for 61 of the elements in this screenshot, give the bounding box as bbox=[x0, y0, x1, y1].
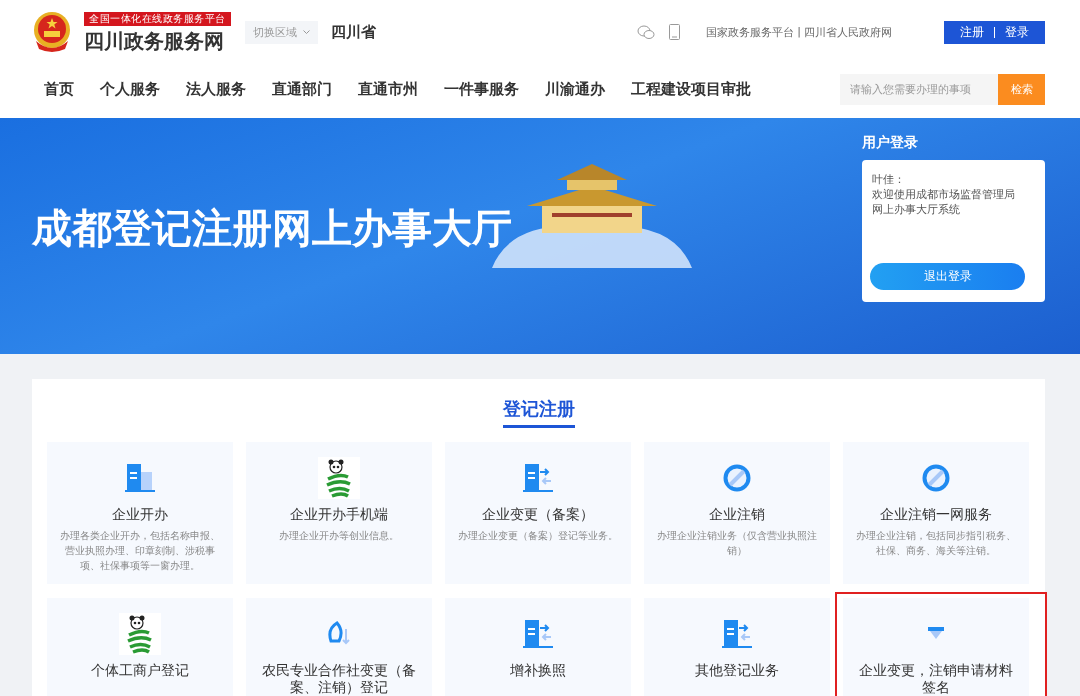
top-link[interactable]: 国家政务服务平台 bbox=[706, 24, 795, 40]
card-title: 农民专业合作社变更（备案、注销）登记 bbox=[261, 662, 417, 696]
card-title: 企业变更，注销申请材料签名 bbox=[858, 662, 1014, 696]
site-name: 四川政务服务网 bbox=[84, 28, 225, 53]
card-description: 办理企业开办等创业信息。 bbox=[279, 529, 399, 543]
nav-item[interactable]: 一件事服务 bbox=[444, 79, 519, 99]
nav-item[interactable]: 法人服务 bbox=[186, 79, 246, 99]
card-title: 个体工商户登记 bbox=[91, 662, 189, 679]
card-title: 企业开办手机端 bbox=[290, 506, 388, 523]
banner-title: 成都登记注册网上办事大厅 bbox=[32, 203, 512, 253]
card-title: 其他登记业务 bbox=[695, 662, 779, 679]
card-description: 办理各类企业开办，包括名称申报、营业执照办理、印章刻制、涉税事项、社保事项等一窗办理。 bbox=[59, 529, 221, 573]
panda-logo-icon bbox=[119, 613, 161, 655]
panda-logo-icon bbox=[318, 457, 360, 499]
building-arrows-icon bbox=[523, 464, 553, 492]
register-button[interactable]: 注册 bbox=[950, 23, 994, 41]
nav-item[interactable]: 直通市州 bbox=[358, 79, 418, 99]
caret-icon bbox=[302, 30, 310, 34]
login-button[interactable]: 登录 bbox=[995, 23, 1039, 41]
building-icon bbox=[125, 464, 155, 492]
card-description: 办理企业注销，包括同步指引税务、社保、商务、海关等注销。 bbox=[855, 529, 1017, 558]
search-field[interactable]: 请输入您需要办理的事项 bbox=[840, 73, 998, 105]
card-title: 企业注销一网服务 bbox=[880, 506, 992, 523]
login-title: 用户登录 bbox=[862, 134, 919, 152]
card-title: 增补换照 bbox=[510, 662, 566, 679]
card-title: 企业注销 bbox=[709, 506, 765, 523]
nav-item[interactable]: 首页 bbox=[44, 79, 74, 99]
national-emblem-icon bbox=[32, 11, 72, 53]
building-arrows-icon bbox=[523, 620, 553, 648]
service-card[interactable]: 企业变更（备案） 办理企业变更（备案）登记等业务。 bbox=[445, 442, 631, 584]
hourglass-icon bbox=[926, 627, 946, 641]
prohibited-icon bbox=[922, 464, 950, 492]
welcome-text: 欢迎使用成都市场监督管理局网上办事大厅系统 bbox=[872, 187, 1016, 217]
service-card[interactable]: 企业开办 办理各类企业开办，包括名称申报、营业执照办理、印章刻制、涉税事项、社保事项等一窗办理。 bbox=[47, 442, 233, 584]
card-title: 企业变更（备案） bbox=[482, 506, 594, 523]
top-link[interactable]: 四川省人民政府网 bbox=[804, 24, 892, 40]
card-description: 办理企业变更（备案）登记等业务。 bbox=[458, 529, 618, 543]
service-card[interactable]: 企业开办手机端 办理企业开办等创业信息。 bbox=[246, 442, 432, 584]
service-card[interactable]: 企业注销 办理企业注销业务（仅含营业执照注销） bbox=[644, 442, 830, 584]
card-title: 企业开办 bbox=[112, 506, 168, 523]
building-arrows-icon bbox=[722, 620, 752, 648]
service-card[interactable]: 企业变更，注销申请材料签名 bbox=[843, 598, 1029, 696]
service-card[interactable]: 个体工商户登记 bbox=[47, 598, 233, 696]
prohibited-icon bbox=[723, 464, 751, 492]
nav-item[interactable]: 直通部门 bbox=[272, 79, 332, 99]
service-card[interactable]: 增补换照 bbox=[445, 598, 631, 696]
platform-tagline: 全国一体化在线政务服务平台 bbox=[84, 11, 231, 26]
section-title: 登记注册 bbox=[502, 397, 575, 428]
link-separator: | bbox=[797, 24, 801, 40]
service-card[interactable]: 其他登记业务 bbox=[644, 598, 830, 696]
current-region: 四川省 bbox=[330, 22, 376, 42]
leaf-arrow-icon bbox=[327, 621, 351, 647]
mobile-icon[interactable] bbox=[669, 24, 681, 40]
card-description: 办理企业注销业务（仅含营业执照注销） bbox=[656, 529, 818, 558]
wechat-icon[interactable] bbox=[637, 24, 656, 40]
nav-item[interactable]: 个人服务 bbox=[100, 79, 160, 99]
service-card[interactable]: 农民专业合作社变更（备案、注销）登记 bbox=[246, 598, 432, 696]
nav-item[interactable]: 工程建设项目审批 bbox=[631, 79, 751, 99]
user-name: 叶佳： bbox=[872, 172, 906, 187]
service-card[interactable]: 企业注销一网服务 办理企业注销，包括同步指引税务、社保、商务、海关等注销。 bbox=[843, 442, 1029, 584]
nav-item[interactable]: 川渝通办 bbox=[545, 79, 605, 99]
